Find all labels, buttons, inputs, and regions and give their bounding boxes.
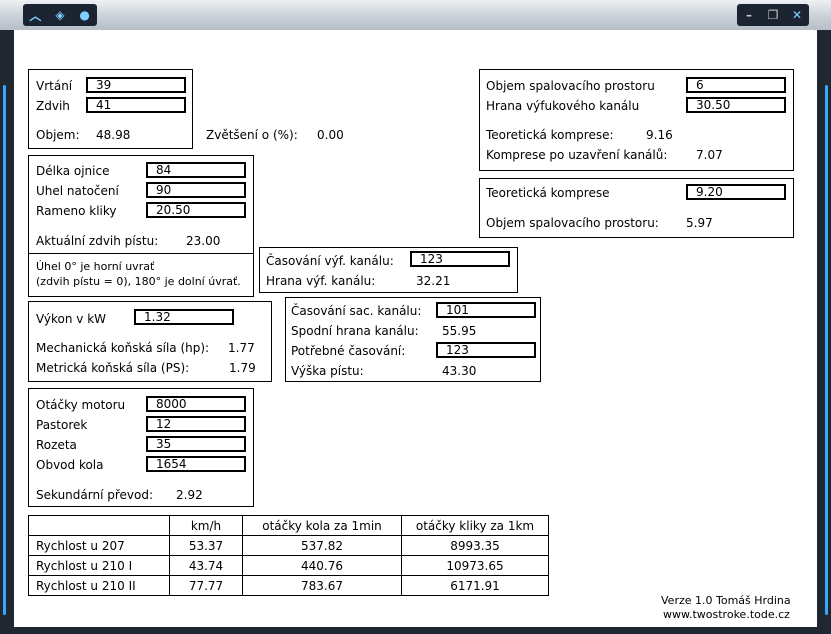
table-cell: 783.67 (242, 575, 402, 596)
table-header-row: km/h otáčky kola za 1min otáčky kliky za… (28, 515, 549, 536)
table-header-cell: km/h (169, 515, 243, 536)
vyska-pistu-value: 43.30 (442, 364, 477, 378)
title-bar-left-icons: ︿ ◈ ● (23, 4, 97, 26)
hrana-vyfuk-input[interactable]: 30.50 (686, 97, 786, 113)
zvetseni-label: Zvětšení o (%): (206, 128, 298, 142)
alien-icon[interactable]: ◈ (50, 8, 70, 22)
window-frame-bottom (0, 627, 831, 634)
zdvih-label: Zdvih (36, 99, 70, 113)
vrtani-input[interactable]: 39 (86, 77, 186, 93)
otacky-motoru-label: Otáčky motoru (36, 398, 126, 412)
vykon-input[interactable]: 1.32 (134, 309, 234, 325)
ojnice-input[interactable]: 84 (146, 162, 246, 178)
angle-note-line1: Úhel 0° je horní uvrať (36, 260, 155, 273)
table-cell: Rychlost u 210 I (28, 555, 170, 576)
table-cell: 537.82 (242, 535, 402, 556)
potrebne-casovani-input[interactable]: 123 (436, 342, 536, 358)
vyska-pistu-label: Výška pístu: (291, 364, 364, 378)
objem-spal-result-value: 5.97 (686, 216, 713, 230)
table-cell: 440.76 (242, 555, 402, 576)
obvod-kola-input[interactable]: 1654 (146, 456, 246, 472)
ps-value: 1.79 (229, 361, 256, 375)
table-cell: 8993.35 (401, 535, 549, 556)
objem-spal-input[interactable]: 6 (686, 77, 786, 93)
potrebne-casovani-label: Potřebné časování: (291, 344, 406, 358)
hrana-vyf-value: 32.21 (416, 274, 451, 288)
table-cell: 6171.91 (401, 575, 549, 596)
table-cell: Rychlost u 210 II (28, 575, 170, 596)
casovani-vyf-label: Časování výf. kanálu: (266, 254, 394, 268)
uhel-input[interactable]: 90 (146, 182, 246, 198)
vrtani-label: Vrtání (36, 79, 73, 93)
version-text: Verze 1.0 Tomáš Hrdina (661, 594, 791, 607)
zvetseni-value: 0.00 (317, 128, 344, 142)
website-link[interactable]: www.twostroke.tode.cz (663, 608, 790, 621)
objem-spal-label: Objem spalovacího prostoru (486, 79, 655, 93)
komprese-po-uzavreni-label: Komprese po uzavření kanálů: (486, 148, 668, 162)
hp-value: 1.77 (228, 341, 255, 355)
ojnice-label: Délka ojnice (36, 164, 110, 178)
window-frame-left (0, 30, 14, 634)
hrana-vyfuk-label: Hrana výfukového kanálu (486, 99, 640, 113)
window-frame-right (817, 30, 831, 634)
rozeta-label: Rozeta (36, 438, 77, 452)
otacky-motoru-input[interactable]: 8000 (146, 396, 246, 412)
table-cell: 10973.65 (401, 555, 549, 576)
title-bar: ︿ ◈ ● – ❐ ✕ (0, 0, 831, 30)
rozeta-input[interactable]: 35 (146, 436, 246, 452)
table-row: Rychlost u 210 II 77.77 783.67 6171.91 (28, 575, 549, 596)
casovani-sac-label: Časování sac. kanálu: (291, 304, 422, 318)
pastorek-label: Pastorek (36, 418, 88, 432)
table-cell: Rychlost u 207 (28, 535, 170, 556)
sekundarni-prevod-value: 2.92 (176, 488, 203, 502)
table-row: Rychlost u 210 I 43.74 440.76 10973.65 (28, 555, 549, 576)
table-row: Rychlost u 207 53.37 537.82 8993.35 (28, 535, 549, 556)
hrana-vyf-label: Hrana výf. kanálu: (266, 274, 376, 288)
aktualni-zdvih-value: 23.00 (186, 234, 221, 248)
rameno-input[interactable]: 20.50 (146, 202, 246, 218)
objem-spal-result-label: Objem spalovacího prostoru: (486, 216, 659, 230)
teoreticka-komprese-input-label: Teoretická komprese (486, 186, 610, 200)
window-controls: – ❐ ✕ (737, 4, 809, 26)
vykon-label: Výkon v kW (36, 312, 107, 326)
spodni-hrana-label: Spodní hrana kanálu: (291, 324, 419, 338)
sekundarni-prevod-label: Sekundární převod: (36, 488, 154, 502)
restore-icon[interactable]: ❐ (763, 8, 783, 22)
uhel-label: Uhel natočení (36, 184, 119, 198)
angle-note-line2: (zdvih pístu = 0), 180° je dolní úvrať. (36, 275, 241, 288)
komprese-po-uzavreni-value: 7.07 (696, 148, 723, 162)
spodni-hrana-value: 55.95 (442, 324, 477, 338)
casovani-sac-input[interactable]: 101 (436, 302, 536, 318)
minimize-icon[interactable]: – (739, 8, 759, 22)
objem-value: 48.98 (96, 128, 131, 142)
table-header-cell (28, 515, 170, 536)
casovani-vyf-input[interactable]: 123 (410, 251, 510, 267)
alien-head-icon[interactable]: ● (75, 8, 95, 22)
chevron-up-icon[interactable]: ︿ (25, 7, 45, 24)
rameno-label: Rameno kliky (36, 204, 117, 218)
table-header-cell: otáčky kliky za 1km (401, 515, 549, 536)
ps-label: Metrická koňská síla (PS): (36, 361, 190, 375)
table-cell: 53.37 (169, 535, 243, 556)
close-icon[interactable]: ✕ (787, 8, 807, 22)
table-cell: 77.77 (169, 575, 243, 596)
teoreticka-komprese-value: 9.16 (646, 128, 673, 142)
objem-label: Objem: (36, 128, 80, 142)
pastorek-input[interactable]: 12 (146, 416, 246, 432)
zdvih-input[interactable]: 41 (86, 97, 186, 113)
speed-table: km/h otáčky kola za 1min otáčky kliky za… (28, 515, 549, 596)
teoreticka-komprese-input[interactable]: 9.20 (686, 184, 786, 200)
teoreticka-komprese-label: Teoretická komprese: (486, 128, 614, 142)
obvod-kola-label: Obvod kola (36, 458, 104, 472)
aktualni-zdvih-label: Aktuální zdvih pístu: (36, 234, 159, 248)
hp-label: Mechanická koňská síla (hp): (36, 341, 210, 355)
table-header-cell: otáčky kola za 1min (242, 515, 402, 536)
table-cell: 43.74 (169, 555, 243, 576)
